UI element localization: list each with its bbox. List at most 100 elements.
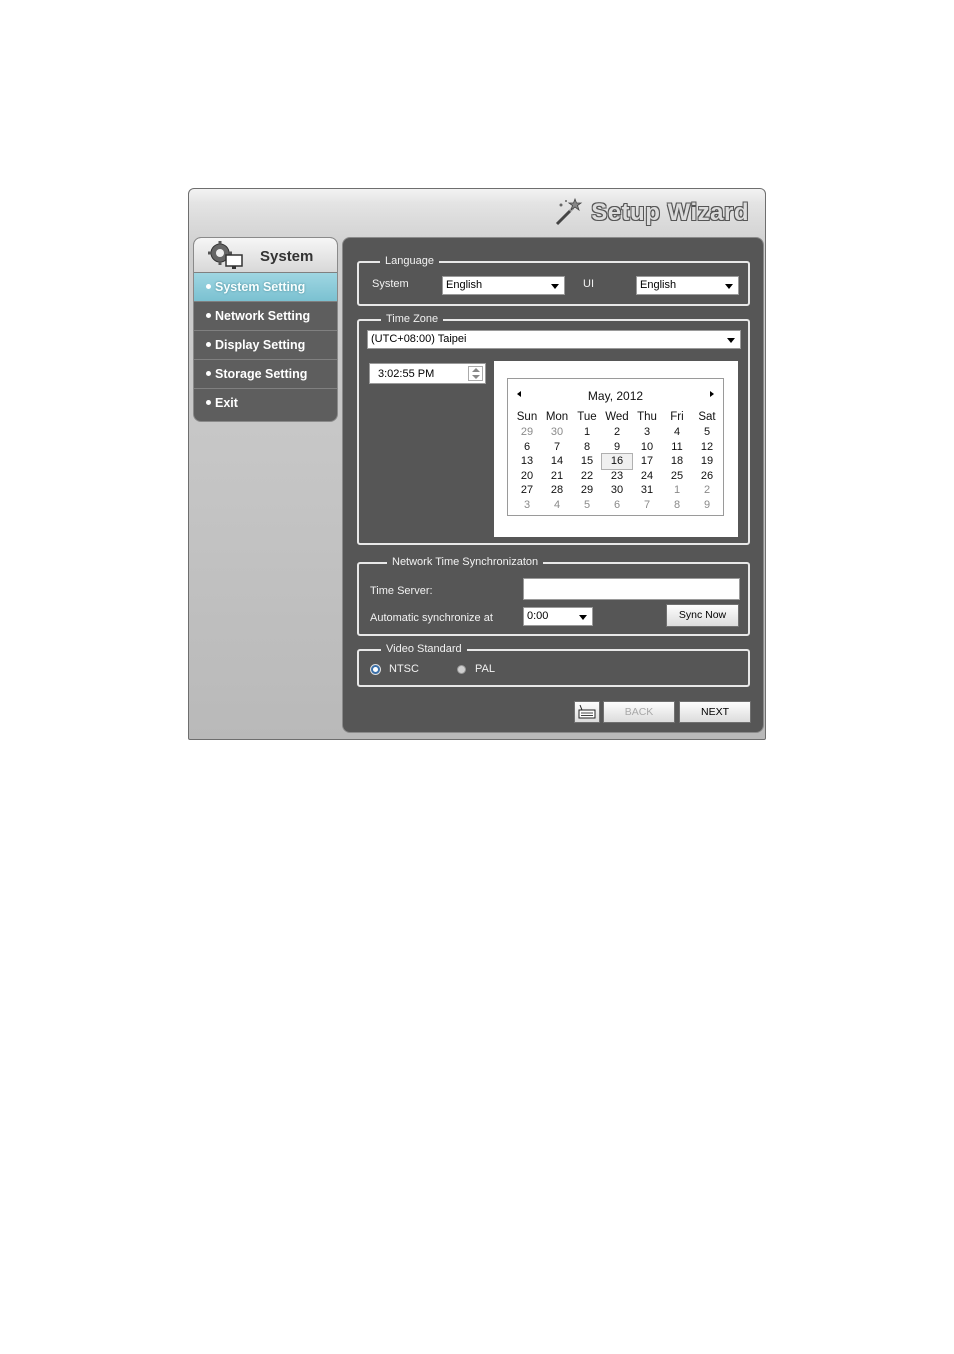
ntp-group: Network Time Synchronizaton Time Server:… (357, 555, 750, 636)
next-button[interactable]: NEXT (679, 701, 751, 723)
calendar-day[interactable]: 2 (602, 425, 632, 440)
bullet-icon (206, 342, 211, 347)
calendar-day[interactable]: 29 (572, 483, 602, 498)
video-standard-group: Video Standard NTSC PAL (357, 642, 750, 687)
calendar-day[interactable]: 17 (632, 454, 662, 469)
sidebar-item-display-setting[interactable]: Display Setting (194, 330, 337, 359)
ntsc-radio[interactable] (371, 665, 380, 674)
calendar-day[interactable]: 3 (632, 425, 662, 440)
weekday-header: Tue (577, 411, 597, 423)
time-server-input[interactable] (523, 578, 740, 600)
window-title: Setup Wizard (591, 199, 749, 226)
pal-label: PAL (475, 663, 495, 675)
system-settings-icon (208, 241, 243, 269)
calendar-day[interactable]: 7 (632, 498, 662, 513)
calendar-day[interactable]: 26 (692, 469, 722, 484)
bullet-icon (206, 284, 211, 289)
time-value: 3:02:55 PM (378, 368, 435, 380)
calendar-day[interactable]: 9 (692, 498, 722, 513)
calendar-day[interactable]: 12 (692, 440, 722, 455)
calendar-day[interactable]: 21 (542, 469, 572, 484)
weekday-header: Thu (637, 411, 657, 423)
calendar-day[interactable]: 6 (602, 498, 632, 513)
magic-wand-icon (555, 197, 583, 226)
calendar-day[interactable]: 1 (662, 483, 692, 498)
calendar-day[interactable]: 3 (512, 498, 542, 513)
arrow-down-icon (472, 375, 480, 379)
calendar-day[interactable]: 2 (692, 483, 722, 498)
sync-now-button[interactable]: Sync Now (666, 604, 739, 627)
calendar-day[interactable]: 30 (602, 483, 632, 498)
sidebar-item-label: Storage Setting (215, 367, 308, 381)
calendar-day[interactable]: 11 (662, 440, 692, 455)
calendar-day[interactable]: 14 (542, 454, 572, 469)
calendar-day[interactable]: 15 (572, 454, 602, 469)
weekday-header: Sat (698, 411, 716, 423)
spinner-buttons[interactable] (468, 366, 483, 381)
sidebar-header: System (194, 238, 337, 272)
calendar-day[interactable]: 8 (662, 498, 692, 513)
calendar-day-selected[interactable]: 16 (601, 453, 633, 470)
calendar-day[interactable]: 20 (512, 469, 542, 484)
back-button[interactable]: BACK (603, 701, 675, 723)
calendar-day[interactable]: 28 (542, 483, 572, 498)
calendar-day[interactable]: 4 (542, 498, 572, 513)
calendar-day[interactable]: 1 (572, 425, 602, 440)
calendar-day[interactable]: 25 (662, 469, 692, 484)
sidebar-item-system-setting[interactable]: System Setting (194, 272, 337, 301)
calendar-day[interactable]: 18 (662, 454, 692, 469)
calendar-day[interactable]: 5 (692, 425, 722, 440)
ui-language-select[interactable]: English (636, 276, 739, 295)
calendar-day[interactable]: 31 (632, 483, 662, 498)
ntp-legend: Network Time Synchronizaton (387, 555, 544, 569)
system-language-select[interactable]: English (442, 276, 565, 295)
chevron-down-icon (725, 284, 733, 289)
calendar-day[interactable]: 9 (602, 440, 632, 455)
calendar-day[interactable]: 7 (542, 440, 572, 455)
next-month-icon[interactable] (710, 391, 714, 397)
sidebar-item-label: Display Setting (215, 338, 306, 352)
time-zone-group: Time Zone (UTC+08:00) Taipei 3:02:55 PM … (357, 312, 750, 545)
calendar-day[interactable]: 4 (662, 425, 692, 440)
calendar-day[interactable]: 30 (542, 425, 572, 440)
calendar-day[interactable]: 19 (692, 454, 722, 469)
main-panel: Language System English UI English Time … (342, 237, 764, 733)
time-spinner[interactable]: 3:02:55 PM (369, 363, 486, 384)
video-standard-legend: Video Standard (381, 642, 467, 656)
sidebar-title: System (260, 248, 314, 265)
calendar-day[interactable]: 6 (512, 440, 542, 455)
calendar-day[interactable]: 5 (572, 498, 602, 513)
auto-sync-value: 0:00 (527, 610, 549, 622)
time-zone-legend: Time Zone (381, 312, 444, 326)
calendar-day[interactable]: 22 (572, 469, 602, 484)
auto-sync-select[interactable]: 0:00 (523, 607, 593, 626)
keyboard-icon (578, 704, 596, 719)
sidebar-item-storage-setting[interactable]: Storage Setting (194, 359, 337, 388)
calendar: May, 2012 Sun Mon Tue Wed Thu Fri Sat 29… (507, 378, 724, 516)
calendar-day[interactable]: 29 (512, 425, 542, 440)
bullet-icon (206, 313, 211, 318)
sidebar-item-network-setting[interactable]: Network Setting (194, 301, 337, 330)
arrow-up-icon (472, 368, 480, 372)
calendar-day[interactable]: 10 (632, 440, 662, 455)
weekday-header: Mon (545, 411, 569, 423)
calendar-day[interactable]: 23 (602, 469, 632, 484)
language-legend: Language (380, 254, 439, 268)
weekday-header: Fri (670, 411, 684, 423)
calendar-day[interactable]: 24 (632, 469, 662, 484)
ui-language-label: UI (583, 278, 594, 290)
bullet-icon (206, 400, 211, 405)
calendar-day[interactable]: 27 (512, 483, 542, 498)
keyboard-button[interactable] (574, 701, 600, 723)
chevron-down-icon (551, 284, 559, 289)
calendar-day[interactable]: 8 (572, 440, 602, 455)
time-zone-select[interactable]: (UTC+08:00) Taipei (367, 330, 741, 349)
pal-radio[interactable] (457, 665, 466, 674)
calendar-day[interactable]: 13 (512, 454, 542, 469)
bullet-icon (206, 371, 211, 376)
weekday-header: Wed (605, 411, 629, 423)
sidebar-item-exit[interactable]: Exit (194, 388, 337, 417)
sidebar-item-label: Network Setting (215, 309, 311, 323)
setup-wizard-window: Setup Wizard System System Setting Netwo… (188, 188, 766, 740)
system-language-label: System (372, 278, 409, 290)
